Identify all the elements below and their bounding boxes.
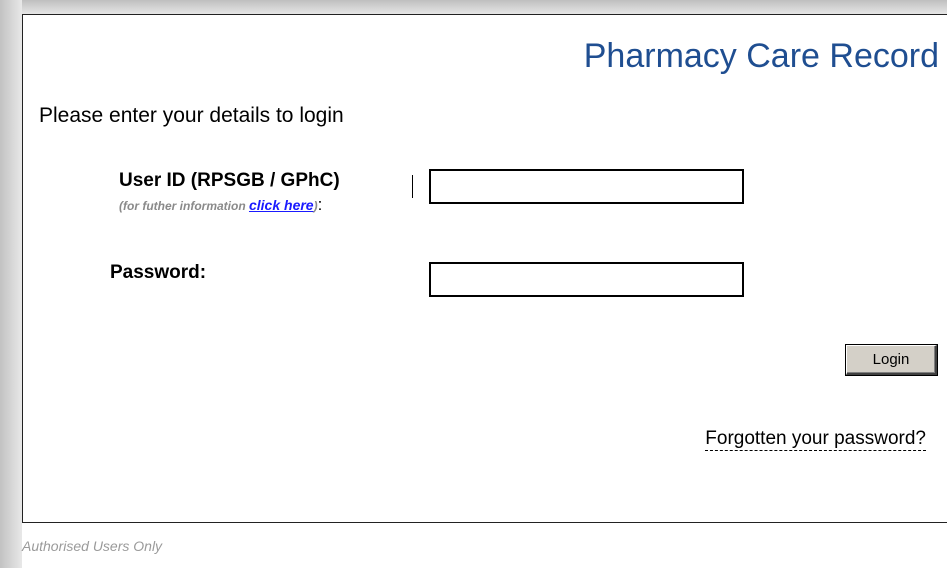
user-id-help-prefix: (for futher information [119,199,249,213]
login-button[interactable]: Login [846,345,937,375]
click-here-link[interactable]: click here [249,197,314,213]
forgot-password-link[interactable]: Forgotten your password? [705,428,926,451]
user-id-input[interactable] [429,169,744,204]
user-id-label: User ID (RPSGB / GPhC) [119,170,340,191]
text-caret [412,175,413,198]
login-panel: Pharmacy Care Record Please enter your d… [22,14,947,523]
window-shadow-top [0,0,947,14]
page-title: Pharmacy Care Record [583,37,939,75]
password-label: Password: [110,262,207,283]
user-id-help: (for futher information click here): [119,195,322,215]
password-input[interactable] [429,262,744,297]
user-id-colon: : [317,195,323,214]
login-page: Pharmacy Care Record Please enter your d… [0,0,947,568]
authorised-users-notice: Authorised Users Only [22,538,163,554]
window-shadow-left [0,0,22,568]
login-instructions: Please enter your details to login [39,104,344,127]
